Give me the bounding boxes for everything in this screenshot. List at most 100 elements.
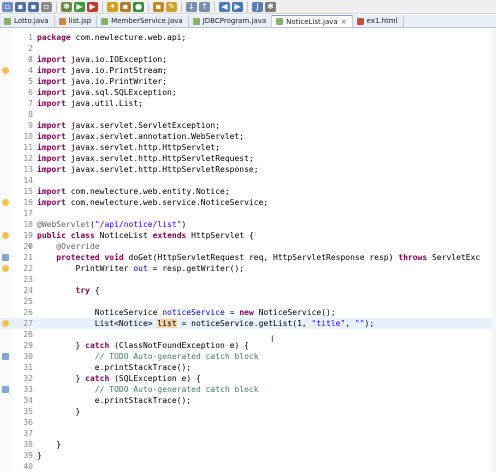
code-token: void bbox=[104, 253, 124, 262]
next-annotation-icon[interactable]: ↓ bbox=[186, 1, 197, 12]
code-line[interactable]: 36 bbox=[0, 417, 496, 428]
code-line[interactable]: 37 bbox=[0, 428, 496, 439]
code-line[interactable]: 2 bbox=[0, 43, 496, 54]
code-token: throws bbox=[398, 253, 428, 262]
code-editor[interactable]: 1 package com.newlecture.web.api; 2 3 ⊖ impor… bbox=[0, 28, 496, 472]
search-icon[interactable]: ✎ bbox=[166, 1, 177, 12]
tab-memberservice-java[interactable]: MemberService.java bbox=[97, 15, 189, 27]
editor-tab-bar: Lotto.java list.jsp MemberService.java JDBC… bbox=[0, 15, 496, 28]
warning-icon[interactable] bbox=[2, 232, 9, 239]
code-line[interactable]: 21 protected void doGet(HttpServletReque… bbox=[0, 252, 496, 263]
code-line[interactable]: 9 import javax.servlet.ServletException; bbox=[0, 120, 496, 131]
line-number: 11 bbox=[23, 143, 33, 152]
fold-toggle-icon[interactable]: ⊖ bbox=[28, 241, 32, 252]
tab-list-jsp[interactable]: list.jsp bbox=[55, 15, 98, 27]
code-line[interactable]: 11 import javax.servlet.http.HttpServlet; bbox=[0, 142, 496, 153]
tab-lotto-java[interactable]: Lotto.java bbox=[0, 15, 55, 27]
warning-icon[interactable] bbox=[2, 199, 9, 206]
code-token: "title" bbox=[311, 319, 346, 328]
code-text: import java.io.IOException; bbox=[37, 54, 167, 65]
code-line[interactable]: 38 } bbox=[0, 439, 496, 450]
code-line[interactable]: 32 } catch (SQLException e) { bbox=[0, 373, 496, 384]
code-line[interactable]: 18 @WebServlet("/api/notice/list") bbox=[0, 219, 496, 230]
line-number: 38 bbox=[23, 440, 33, 449]
tab-jdbcprogram-java[interactable]: JDBCProgram.java bbox=[189, 15, 273, 27]
save-icon[interactable]: ▪ bbox=[15, 1, 26, 12]
external-tools-icon[interactable]: ▶ bbox=[87, 1, 98, 12]
tab-ex1-html[interactable]: ex1.html bbox=[353, 15, 404, 27]
overview-ruler[interactable] bbox=[492, 28, 496, 472]
previous-annotation-icon[interactable]: ↑ bbox=[199, 1, 210, 12]
perspective-debug-icon[interactable]: ✱ bbox=[265, 1, 276, 12]
perspective-java-icon[interactable]: J bbox=[252, 1, 263, 12]
code-line[interactable]: 29 } catch (ClassNotFoundException e) { bbox=[0, 340, 496, 351]
code-line[interactable]: 26 NoticeService noticeService = new Not… bbox=[0, 307, 496, 318]
code-token: ); bbox=[364, 319, 375, 328]
warning-icon[interactable] bbox=[2, 265, 9, 272]
warning-icon[interactable] bbox=[2, 67, 9, 74]
close-tab-icon[interactable]: × bbox=[341, 18, 347, 26]
new-icon[interactable]: ▫ bbox=[2, 1, 13, 12]
fold-toggle-icon[interactable]: ⊖ bbox=[28, 54, 32, 65]
print-icon[interactable]: ▫ bbox=[41, 1, 52, 12]
run-icon[interactable]: ▶ bbox=[74, 1, 85, 12]
code-line[interactable]: 7 import java.util.List; bbox=[0, 98, 496, 109]
code-line[interactable]: 16 import com.newlecture.web.service.Noti… bbox=[0, 197, 496, 208]
code-token: @Override bbox=[56, 242, 100, 251]
code-line[interactable]: 1 package com.newlecture.web.api; bbox=[0, 32, 496, 43]
code-line[interactable]: 15 import com.newlecture.web.entity.Notic… bbox=[0, 186, 496, 197]
code-line[interactable]: 10 import javax.servlet.annotation.WebSer… bbox=[0, 131, 496, 142]
task-icon[interactable] bbox=[2, 254, 9, 261]
code-line[interactable]: 30 // TODO Auto-generated catch block bbox=[0, 351, 496, 362]
code-line[interactable]: 23 bbox=[0, 274, 496, 285]
code-line[interactable]: 19 public class NoticeList extends HttpSe… bbox=[0, 230, 496, 241]
code-line[interactable]: 31 e.printStackTrace(); bbox=[0, 362, 496, 373]
open-type-icon[interactable]: ▪ bbox=[153, 1, 164, 12]
file-type-icon bbox=[58, 17, 66, 25]
toolbar-separator bbox=[56, 1, 57, 12]
code-line[interactable]: 5 import java.io.PrintWriter; bbox=[0, 76, 496, 87]
code-line[interactable]: 35 } bbox=[0, 406, 496, 417]
back-icon[interactable]: ◀ bbox=[219, 1, 230, 12]
code-token: java.io.PrintStream; bbox=[65, 66, 168, 75]
code-line[interactable]: 24 try { bbox=[0, 285, 496, 296]
code-line[interactable]: 39} bbox=[0, 450, 496, 461]
tab-noticelist-java[interactable]: NoticeList.java × bbox=[272, 15, 353, 27]
code-line[interactable]: 22 PrintWriter out = resp.getWriter(); bbox=[0, 263, 496, 274]
code-line[interactable]: 27 List<Notice> list = noticeService.get… bbox=[0, 318, 496, 329]
forward-icon[interactable]: ▶ bbox=[232, 1, 243, 12]
new-class-icon[interactable]: ● bbox=[133, 1, 144, 12]
code-text: package com.newlecture.web.api; bbox=[37, 32, 186, 43]
code-text: import javax.servlet.http.HttpServletReq… bbox=[37, 153, 254, 164]
code-token: } bbox=[37, 407, 81, 416]
code-token: import bbox=[37, 154, 66, 163]
code-line[interactable]: 20 ⊖ @Override bbox=[0, 241, 496, 252]
code-line[interactable]: 17 bbox=[0, 208, 496, 219]
code-line[interactable]: 6 import java.sql.SQLException; bbox=[0, 87, 496, 98]
code-line[interactable]: 33 // TODO Auto-generated catch block bbox=[0, 384, 496, 395]
line-number: 28 bbox=[23, 330, 33, 339]
code-line[interactable]: 28 bbox=[0, 329, 496, 340]
line-number: 39 bbox=[23, 451, 33, 460]
line-number: 15 bbox=[23, 187, 33, 196]
task-icon[interactable] bbox=[2, 386, 9, 393]
code-line[interactable]: 12 import javax.servlet.http.HttpServletR… bbox=[0, 153, 496, 164]
new-package-icon[interactable]: ▪ bbox=[120, 1, 131, 12]
debug-icon[interactable]: ✱ bbox=[61, 1, 72, 12]
code-line[interactable]: 4 import java.io.PrintStream; bbox=[0, 65, 496, 76]
save-all-icon[interactable]: ▪ bbox=[28, 1, 39, 12]
new-java-project-icon[interactable]: ✦ bbox=[107, 1, 118, 12]
code-line[interactable]: 8 bbox=[0, 109, 496, 120]
code-line[interactable]: 3 ⊖ import java.io.IOException; bbox=[0, 54, 496, 65]
code-line[interactable]: 40 bbox=[0, 461, 496, 472]
code-line[interactable]: 34 e.printStackTrace(); bbox=[0, 395, 496, 406]
warning-icon[interactable] bbox=[2, 320, 9, 327]
task-icon[interactable] bbox=[2, 353, 9, 360]
line-number: 17 bbox=[23, 209, 33, 218]
code-line[interactable]: 13 import javax.servlet.http.HttpServletR… bbox=[0, 164, 496, 175]
code-token: try bbox=[75, 286, 90, 295]
code-token: noticeService bbox=[162, 308, 225, 317]
code-line[interactable]: 14 bbox=[0, 175, 496, 186]
code-line[interactable]: 25 bbox=[0, 296, 496, 307]
